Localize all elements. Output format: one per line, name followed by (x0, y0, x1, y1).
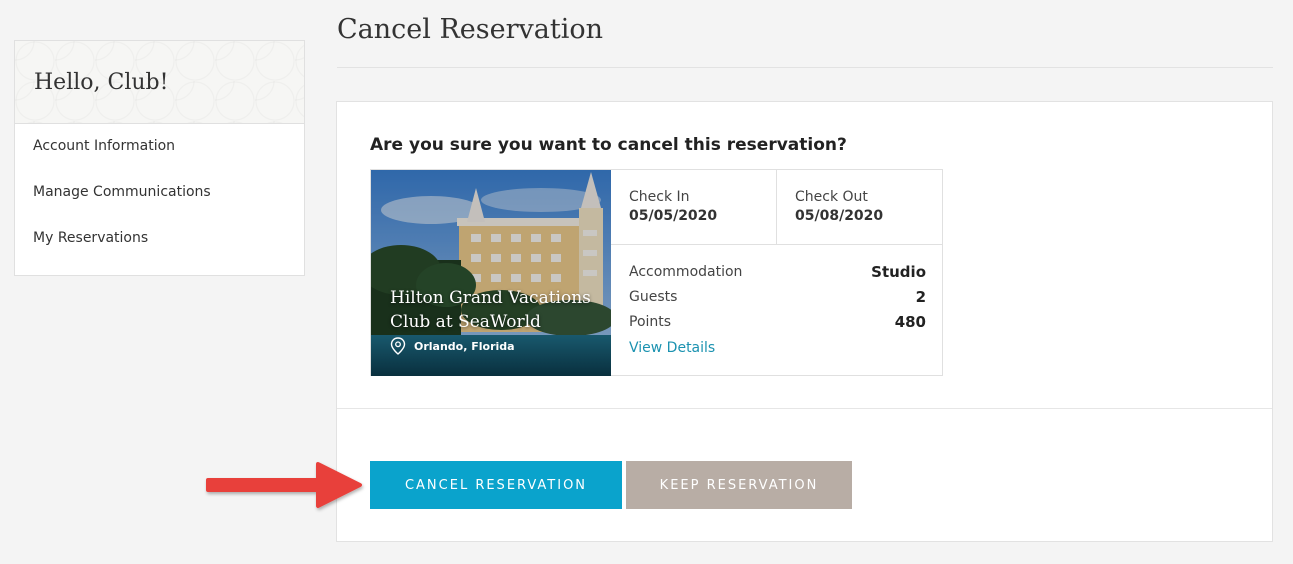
page-title: Cancel Reservation (337, 14, 603, 45)
sidebar-item-account-information[interactable]: Account Information (15, 135, 304, 181)
card-divider (337, 408, 1272, 409)
sidebar-nav: Account Information Manage Communication… (15, 124, 304, 273)
keep-reservation-button[interactable]: KEEP RESERVATION (626, 461, 852, 509)
page: Hello, Club! Account Information Manage … (0, 0, 1293, 564)
stay-details: Accommodation Studio Guests 2 Points 480… (611, 245, 943, 358)
detail-row-guests: Guests 2 (629, 287, 926, 312)
sidebar-item-my-reservations[interactable]: My Reservations (15, 227, 304, 273)
hotel-name: Hilton Grand Vacations Club at SeaWorld (390, 288, 591, 332)
guests-label: Guests (629, 289, 678, 305)
guests-value: 2 (915, 288, 926, 306)
sidebar-header: Hello, Club! (15, 41, 304, 124)
title-divider (337, 67, 1273, 68)
check-out: Check Out 05/08/2020 (777, 170, 943, 245)
map-pin-icon (390, 337, 406, 355)
greeting: Hello, Club! (34, 69, 169, 95)
check-out-label: Check Out (795, 189, 868, 205)
accommodation-value: Studio (871, 263, 926, 281)
points-value: 480 (894, 313, 926, 331)
check-in: Check In 05/05/2020 (611, 170, 777, 245)
hotel-photo: Hilton Grand Vacations Club at SeaWorld … (371, 170, 611, 376)
points-label: Points (629, 314, 672, 330)
cancel-reservation-button[interactable]: CANCEL RESERVATION (370, 461, 622, 509)
hotel-location: Orlando, Florida (390, 337, 515, 355)
stay-dates: Check In 05/05/2020 Check Out 05/08/2020 (611, 170, 943, 245)
check-in-date: 05/05/2020 (629, 208, 718, 224)
check-out-date: 05/08/2020 (795, 208, 884, 224)
confirm-question: Are you sure you want to cancel this res… (370, 135, 847, 155)
reservation-summary: Hilton Grand Vacations Club at SeaWorld … (370, 169, 943, 376)
check-in-label: Check In (629, 189, 690, 205)
detail-row-accommodation: Accommodation Studio (629, 262, 926, 287)
accommodation-label: Accommodation (629, 264, 743, 280)
hotel-location-text: Orlando, Florida (414, 339, 515, 353)
sidebar-item-manage-communications[interactable]: Manage Communications (15, 181, 304, 227)
cancel-reservation-card: Are you sure you want to cancel this res… (336, 101, 1273, 542)
view-details-link[interactable]: View Details (629, 340, 715, 356)
red-arrow-annotation-icon (206, 462, 362, 508)
detail-row-points: Points 480 (629, 312, 926, 337)
account-sidebar: Hello, Club! Account Information Manage … (14, 40, 305, 276)
